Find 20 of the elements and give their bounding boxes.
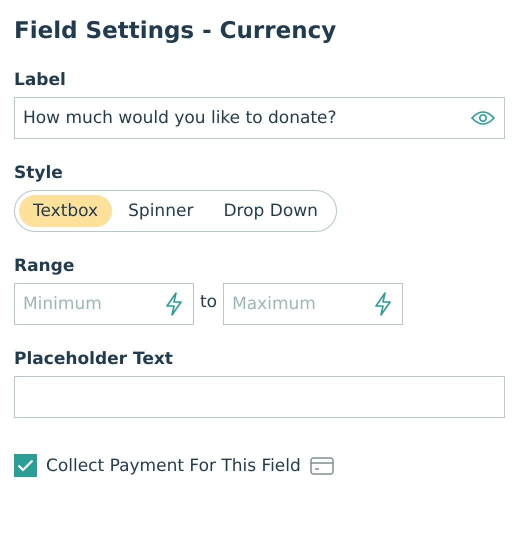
label-input-field[interactable]: How much would you like to donate? [14,97,505,139]
credit-card-icon [310,456,334,474]
checkbox-label: Collect Payment For This Field [46,456,301,476]
minimum-field[interactable]: Minimum [14,283,194,325]
panel-title: Field Settings - Currency [14,17,338,46]
style-option[interactable]: Textbox [19,195,112,227]
field-label: Style [14,162,64,185]
check-icon [17,459,34,472]
eye-icon[interactable] [471,110,495,126]
field-label: Range [14,255,76,278]
checkbox[interactable] [14,454,37,477]
maximum-field[interactable]: Maximum [223,283,404,325]
placeholder-input-field[interactable] [14,376,505,418]
lightning-icon[interactable] [164,292,184,316]
style-option[interactable]: Spinner [114,195,208,227]
lightning-icon[interactable] [373,292,394,316]
field-label: Placeholder Text [14,348,174,371]
field-label: Label [14,69,67,92]
style-option[interactable]: Drop Down [209,195,332,227]
range-separator: to [200,292,218,314]
